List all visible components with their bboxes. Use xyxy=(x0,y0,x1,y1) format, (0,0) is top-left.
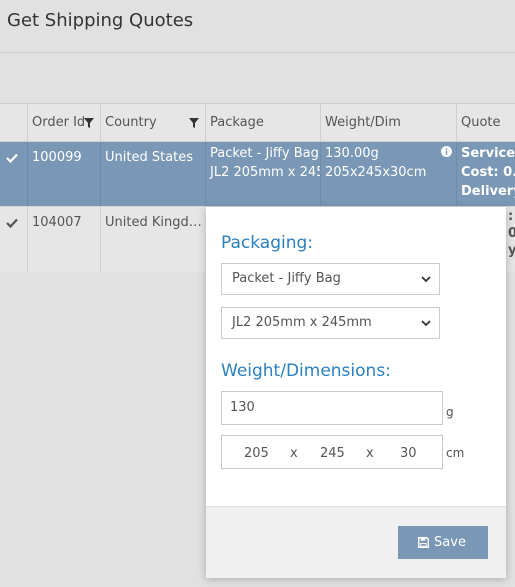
column-header-quote[interactable]: Quote xyxy=(456,104,515,141)
package-editor-popup: Packaging: Packet - Jiffy Bag JL2 205mm … xyxy=(206,207,506,578)
weight-value: 130 xyxy=(230,400,255,415)
dimensions-unit: cm xyxy=(446,446,465,460)
order-id-cell: 100099 xyxy=(27,142,100,206)
column-header-label: Order Id xyxy=(32,115,86,130)
dimensions-input[interactable]: 205 x 245 x 30 xyxy=(221,435,443,469)
column-header-label: Weight/Dim xyxy=(325,115,401,130)
dimension-y-value: 245 xyxy=(320,446,345,461)
weight-input[interactable]: 130 xyxy=(221,391,443,425)
grid-header: Order Id Country Package Weight/Dim Quot… xyxy=(0,104,515,142)
filter-icon[interactable] xyxy=(84,118,94,128)
window-title: Get Shipping Quotes xyxy=(7,10,194,31)
table-row[interactable]: 100099 United States Packet - Jiffy Bag … xyxy=(0,142,515,206)
weight-dim-cell: 130.00g 205x245x30cm xyxy=(320,142,456,206)
dimension-z-value: 30 xyxy=(400,446,417,461)
column-header-label: Quote xyxy=(461,115,501,130)
save-icon xyxy=(418,537,429,548)
title-bar: Get Shipping Quotes xyxy=(0,0,515,53)
column-header-label: Country xyxy=(105,115,157,130)
quote-delivery: Delivery xyxy=(461,184,515,199)
weight-dimensions-title: Weight/Dimensions: xyxy=(221,361,391,381)
dimension-separator: x xyxy=(290,446,298,461)
package-size-value: JL2 205mm x 245mm xyxy=(232,315,372,330)
weight-text: 130.00g xyxy=(325,146,379,161)
column-header-weight-dim[interactable]: Weight/Dim xyxy=(320,104,456,141)
quote-cell: Service: Cost: 0.0 Delivery xyxy=(456,142,515,206)
package-type-select[interactable]: Packet - Jiffy Bag xyxy=(221,263,440,295)
quote-service: Service: xyxy=(461,146,515,161)
info-icon[interactable] xyxy=(441,146,452,157)
chevron-down-icon xyxy=(421,320,431,327)
dimension-separator: x xyxy=(366,446,374,461)
popup-footer: Save xyxy=(206,506,506,578)
package-cell: Packet - Jiffy Bag JL2 205mm x 245mm xyxy=(205,142,320,206)
packaging-title: Packaging: xyxy=(221,233,314,253)
save-button[interactable]: Save xyxy=(398,526,488,559)
select-column-header xyxy=(0,104,27,141)
country-cell: United Kingd… xyxy=(100,207,205,272)
country-cell: United States xyxy=(100,142,205,206)
toolbar-area xyxy=(0,53,515,104)
check-icon xyxy=(6,218,18,228)
package-type-value: Packet - Jiffy Bag xyxy=(232,271,341,286)
quote-cost: Cost: 0.0 xyxy=(461,165,515,180)
package-size-text: JL2 205mm x 245mm xyxy=(210,165,320,180)
quote-partial: y xyxy=(508,242,515,259)
check-icon xyxy=(6,153,18,163)
weight-unit: g xyxy=(446,405,454,419)
column-header-label: Package xyxy=(210,115,264,130)
order-id-cell: 104007 xyxy=(27,207,100,272)
quote-cell: : 00 y xyxy=(505,207,515,272)
quote-partial: : xyxy=(508,209,514,224)
package-type-text: Packet - Jiffy Bag xyxy=(210,146,319,161)
filter-icon[interactable] xyxy=(189,118,199,128)
save-button-label: Save xyxy=(434,535,466,550)
column-header-package[interactable]: Package xyxy=(205,104,320,141)
chevron-down-icon xyxy=(421,276,431,283)
quote-partial: 00 xyxy=(508,225,515,242)
package-size-select[interactable]: JL2 205mm x 245mm xyxy=(221,307,440,339)
dimensions-text: 205x245x30cm xyxy=(325,165,427,180)
dimension-x-value: 205 xyxy=(244,446,269,461)
